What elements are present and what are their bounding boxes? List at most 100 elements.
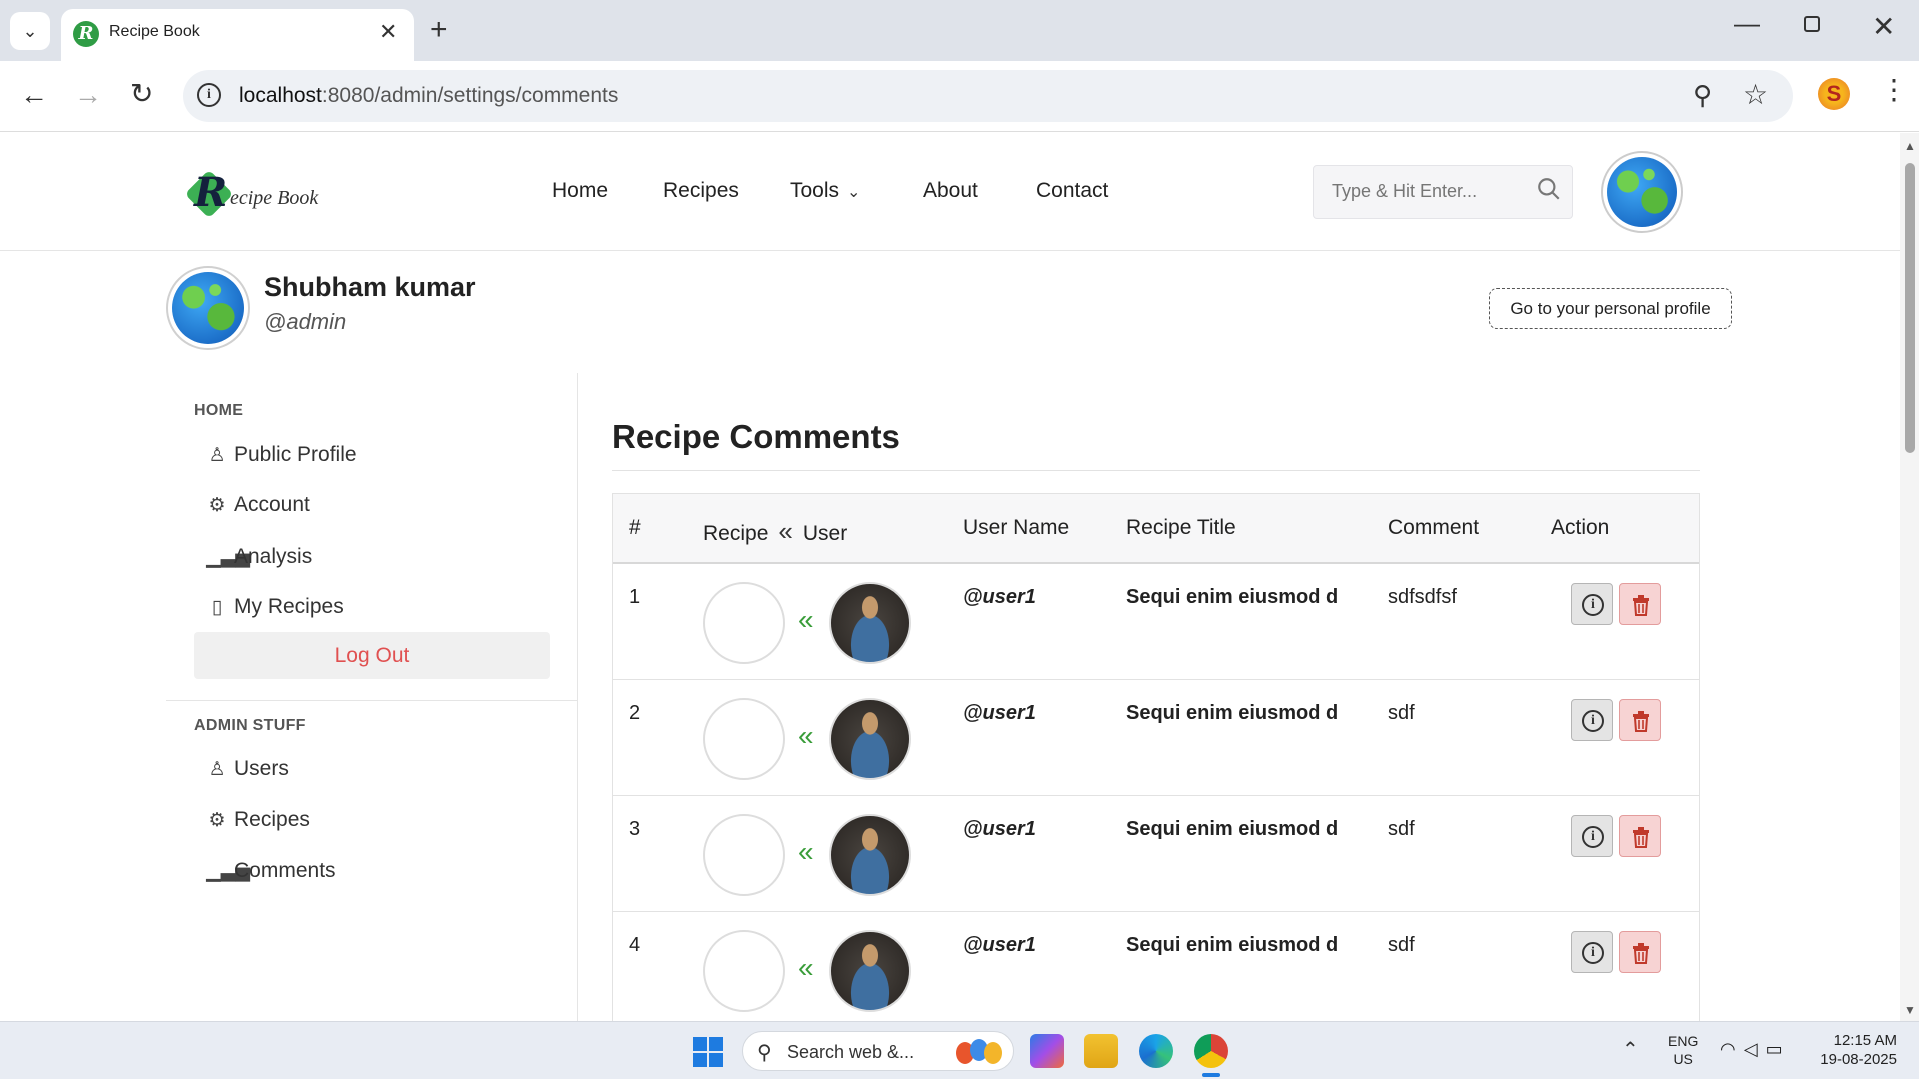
sidebar-item-label: Recipes — [234, 808, 310, 831]
forward-icon[interactable]: → — [74, 79, 102, 111]
row-comment: sdf — [1388, 818, 1415, 840]
row-user-name[interactable]: @user1 — [963, 586, 1036, 609]
input-language[interactable]: ENG US — [1668, 1032, 1698, 1068]
url-text[interactable]: localhost:8080/admin/settings/comments — [239, 84, 618, 108]
window-restore-button[interactable] — [1804, 16, 1820, 32]
site-info-icon[interactable]: i — [197, 83, 221, 107]
info-button[interactable]: i — [1571, 583, 1613, 625]
info-button[interactable]: i — [1571, 815, 1613, 857]
browser-menu-icon[interactable]: ⋮ — [1880, 73, 1908, 106]
row-recipe-title[interactable]: Sequi enim eiusmod d — [1126, 818, 1338, 841]
tray-overflow-chevron-icon[interactable]: ⌃ — [1622, 1037, 1639, 1062]
personal-profile-button[interactable]: Go to your personal profile — [1489, 288, 1732, 329]
nav-tools[interactable]: Tools ⌄ — [790, 179, 860, 203]
column-header-comment: Comment — [1388, 516, 1480, 539]
profile-avatar — [166, 266, 250, 350]
sidebar-item-analysis[interactable]: ▁▃▅Analysis — [206, 545, 312, 569]
bar-chart-icon: ▁▃▅ — [206, 547, 250, 568]
row-recipe-title[interactable]: Sequi enim eiusmod d — [1126, 586, 1338, 609]
user-thumbnail[interactable] — [829, 930, 911, 1012]
system-tray-icons[interactable]: ◠◁▭ — [1720, 1039, 1791, 1060]
back-icon[interactable]: ← — [20, 79, 48, 111]
delete-button[interactable] — [1619, 583, 1661, 625]
nav-tools-label: Tools — [790, 179, 840, 202]
tab-list-dropdown-button[interactable]: ⌄ — [10, 12, 50, 50]
clock[interactable]: 12:15 AM 19-08-2025 — [1812, 1031, 1897, 1069]
taskbar-search[interactable]: ⚲ Search web &... — [742, 1031, 1014, 1071]
browser-toolbar: ← → ↻ i localhost:8080/admin/settings/co… — [0, 61, 1919, 132]
user-thumbnail[interactable] — [829, 814, 911, 896]
row-number: 2 — [629, 702, 641, 724]
sidebar-item-account[interactable]: ⚙ Account — [206, 493, 309, 517]
gear-icon: ⚙ — [208, 810, 226, 831]
row-user-name[interactable]: @user1 — [963, 934, 1036, 957]
row-recipe-title[interactable]: Sequi enim eiusmod d — [1126, 702, 1338, 725]
trash-icon — [1633, 827, 1649, 848]
column-header-recipe-title: Recipe Title — [1126, 516, 1236, 539]
sidebar-section-admin: ADMIN STUFF — [194, 717, 306, 734]
volume-icon[interactable]: ◁ — [1744, 1039, 1766, 1059]
clock-time: 12:15 AM — [1833, 1032, 1897, 1049]
recipe-thumbnail[interactable] — [703, 930, 785, 1012]
scroll-down-arrow-icon[interactable]: ▼ — [1904, 1003, 1916, 1017]
sidebar-item-recipes[interactable]: ⚙ Recipes — [206, 808, 310, 832]
logout-button[interactable]: Log Out — [194, 632, 550, 679]
start-tile — [693, 1037, 707, 1051]
table-row: 3 « @user1 Sequi enim eiusmod d sdf i — [613, 796, 1699, 912]
scrollbar-thumb[interactable] — [1905, 163, 1915, 453]
reload-icon[interactable]: ↻ — [130, 77, 153, 110]
bookmark-star-icon[interactable]: ☆ — [1743, 78, 1768, 111]
window-minimize-button[interactable]: — — [1734, 8, 1760, 39]
zoom-icon[interactable]: ⚲ — [1693, 80, 1712, 111]
user-thumbnail[interactable] — [829, 582, 911, 664]
battery-icon[interactable]: ▭ — [1766, 1039, 1791, 1059]
sidebar-item-comments[interactable]: ▁▃▅Comments — [206, 859, 336, 883]
window-close-button[interactable]: ✕ — [1872, 10, 1895, 43]
search-icon[interactable] — [1536, 176, 1562, 202]
nav-about[interactable]: About — [923, 179, 978, 203]
sidebar-item-label: Users — [234, 757, 289, 780]
nav-recipes[interactable]: Recipes — [663, 179, 739, 203]
browser-tab[interactable]: R Recipe Book ✕ — [61, 9, 414, 61]
column-header-user-name: User Name — [963, 516, 1070, 539]
file-explorer-icon[interactable] — [1084, 1034, 1118, 1068]
chrome-icon[interactable] — [1194, 1034, 1228, 1068]
delete-button[interactable] — [1619, 931, 1661, 973]
new-tab-button[interactable]: + — [430, 12, 448, 48]
address-bar[interactable]: i localhost:8080/admin/settings/comments… — [183, 70, 1793, 122]
sidebar-item-public-profile[interactable]: ♙ Public Profile — [206, 443, 357, 467]
row-user-name[interactable]: @user1 — [963, 702, 1036, 725]
sidebar-item-users[interactable]: ♙ Users — [206, 757, 289, 781]
windows-start-icon[interactable] — [693, 1037, 723, 1067]
browser-profile-avatar[interactable]: S — [1818, 78, 1850, 110]
nav-contact[interactable]: Contact — [1036, 179, 1108, 203]
site-logo[interactable]: R ecipe Book — [184, 169, 336, 221]
copilot-icon[interactable] — [1030, 1034, 1064, 1068]
search-input[interactable] — [1332, 181, 1532, 202]
recipe-thumbnail[interactable] — [703, 582, 785, 664]
delete-button[interactable] — [1619, 815, 1661, 857]
edge-browser-icon[interactable] — [1139, 1034, 1173, 1068]
start-tile — [709, 1053, 723, 1067]
info-button[interactable]: i — [1571, 699, 1613, 741]
scroll-up-arrow-icon[interactable]: ▲ — [1904, 139, 1916, 153]
page-scrollbar[interactable]: ▲ ▼ — [1900, 133, 1919, 1021]
row-user-name[interactable]: @user1 — [963, 818, 1036, 841]
delete-button[interactable] — [1619, 699, 1661, 741]
row-number: 4 — [629, 934, 641, 956]
tab-close-icon[interactable]: ✕ — [379, 19, 397, 45]
sidebar-item-label: Public Profile — [234, 443, 357, 466]
nav-home[interactable]: Home — [552, 179, 608, 203]
sidebar-item-my-recipes[interactable]: ▯ My Recipes — [206, 595, 344, 619]
balloons-icon — [956, 1039, 1002, 1064]
region-code: US — [1673, 1051, 1693, 1067]
recipe-thumbnail[interactable] — [703, 814, 785, 896]
row-recipe-title[interactable]: Sequi enim eiusmod d — [1126, 934, 1338, 957]
wifi-icon[interactable]: ◠ — [1720, 1039, 1744, 1059]
title-divider — [612, 470, 1700, 471]
recipe-thumbnail[interactable] — [703, 698, 785, 780]
user-thumbnail[interactable] — [829, 698, 911, 780]
info-button[interactable]: i — [1571, 931, 1613, 973]
header-avatar[interactable] — [1601, 151, 1683, 233]
trash-icon — [1633, 711, 1649, 732]
